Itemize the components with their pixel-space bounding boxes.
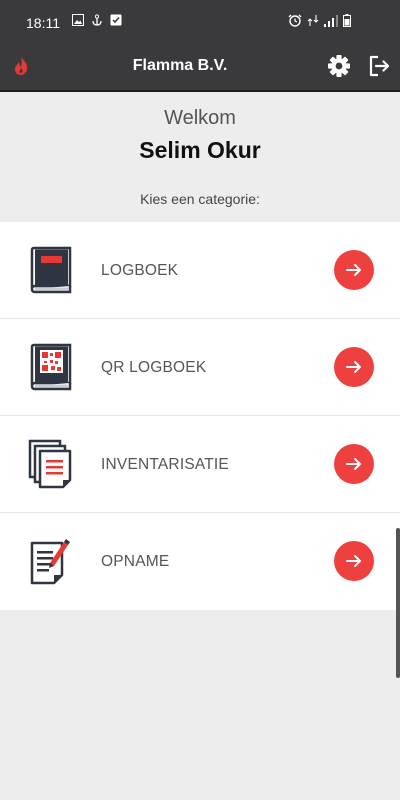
open-inventarisatie-button[interactable] (334, 444, 374, 484)
welcome-text: Welkom (164, 107, 236, 129)
arrow-right-icon (346, 555, 361, 567)
anchor-icon (91, 14, 103, 26)
category-row-inventarisatie[interactable]: INVENTARISATIE (0, 416, 400, 513)
category-prompt: Kies een categorie: (140, 191, 260, 207)
category-row-logboek[interactable]: LOGBOEK (0, 222, 400, 319)
scrollbar[interactable] (396, 528, 400, 678)
open-opname-button[interactable] (334, 541, 374, 581)
logout-icon[interactable] (366, 53, 392, 79)
open-logboek-button[interactable] (334, 250, 374, 290)
gallery-icon (72, 14, 84, 26)
battery-icon (343, 14, 351, 27)
arrow-right-icon (346, 264, 361, 276)
qr-logbook-icon (26, 341, 76, 393)
open-qr-logboek-button[interactable] (334, 347, 374, 387)
alarm-icon (288, 14, 302, 27)
category-row-qr-logboek[interactable]: QR LOGBOEK (0, 319, 400, 416)
logbook-icon (26, 244, 76, 296)
status-time: 18:11 (26, 15, 60, 31)
category-label: INVENTARISATIE (101, 456, 229, 473)
category-label: QR LOGBOEK (101, 359, 207, 376)
category-list: LOGBOEK QR LOGBOEK INVENTARISATIE OPNAME (0, 222, 400, 610)
arrow-right-icon (346, 458, 361, 470)
arrow-right-icon (346, 361, 361, 373)
status-bar: 18:11 (0, 0, 400, 40)
edit-document-icon (26, 535, 76, 587)
inventory-documents-icon (26, 438, 76, 490)
app-title: Flamma B.V. (132, 57, 228, 74)
settings-gear-icon[interactable] (326, 53, 352, 79)
app-bar: Flamma B.V. (0, 40, 400, 92)
data-network-icon (307, 14, 319, 27)
signal-icon (324, 14, 338, 27)
category-label: OPNAME (101, 553, 170, 570)
user-name: Selim Okur (139, 137, 261, 163)
category-row-opname[interactable]: OPNAME (0, 513, 400, 610)
checkbox-notification-icon (110, 14, 122, 26)
category-label: LOGBOEK (101, 262, 179, 279)
